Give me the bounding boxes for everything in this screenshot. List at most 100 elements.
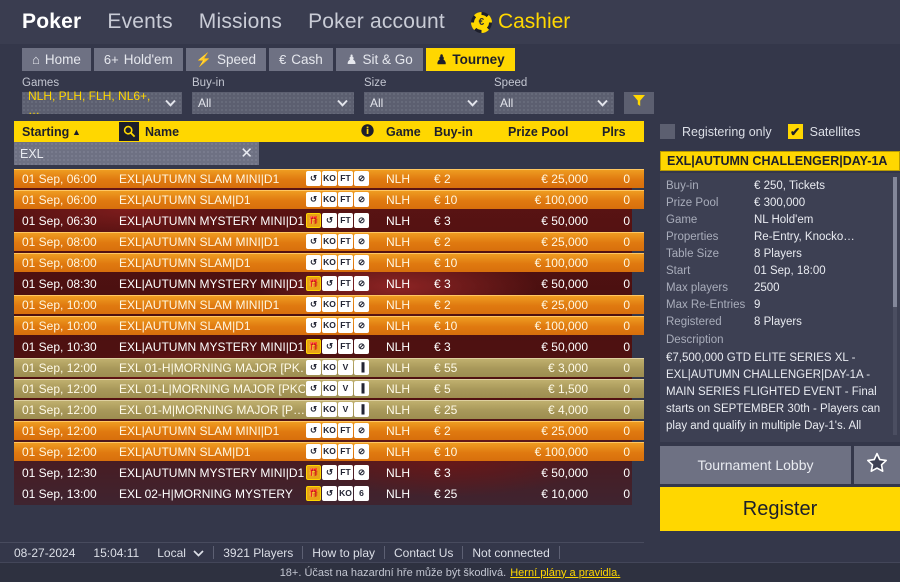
filter-select-size[interactable]: All [364, 92, 484, 114]
knockout-badge: KO [322, 255, 337, 270]
favorite-star-button[interactable] [854, 446, 900, 484]
table-row[interactable]: 01 Sep, 08:00 EXL|AUTUMN SLAM MINI|D1 ↺ KO F… [14, 232, 644, 251]
details-scrollbar-thumb[interactable] [893, 177, 897, 307]
checkbox-registering-only[interactable]: Registering only [660, 121, 772, 142]
row-buyin: € 2 [434, 297, 451, 312]
chart-icon: ▐ [354, 360, 369, 375]
column-header-prize-pool[interactable]: Prize Pool [508, 125, 568, 139]
column-header-game[interactable]: Game [386, 125, 421, 139]
tab-tourney[interactable]: ♟ Tourney [425, 48, 515, 71]
table-row[interactable]: 01 Sep, 06:00 EXL|AUTUMN SLAM MINI|D1 ↺ KO F… [14, 169, 644, 188]
trophy-icon: ♟ [435, 52, 448, 67]
table-row[interactable]: 01 Sep, 12:00 EXL 01-L|MORNING MAJOR [PKO… [14, 379, 644, 398]
table-row[interactable]: 01 Sep, 13:00 EXL 02-H|MORNING MYSTERY 🎁 ↺ K… [14, 484, 644, 503]
name-search-row[interactable]: ✕ [14, 142, 259, 165]
no-rebuy-icon: ⊘ [354, 465, 369, 480]
row-tournament-name: EXL|AUTUMN SLAM|D1 [119, 444, 251, 459]
video-badge: V [338, 381, 353, 396]
table-row[interactable]: 01 Sep, 10:00 EXL|AUTUMN SLAM|D1 ↺ KO FT ⊘ NLH… [14, 316, 644, 335]
row-badges: 🎁 ↺ KO 6 [306, 486, 369, 501]
checkbox-registering-only-box[interactable] [660, 124, 675, 139]
details-row-value: NL Hold'em [754, 214, 814, 226]
tab-home-label: Home [44, 52, 81, 67]
table-row[interactable]: 01 Sep, 10:30 EXL|AUTUMN MYSTERY MINI|D1 🎁… [14, 337, 644, 356]
table-row[interactable]: 01 Sep, 10:00 EXL|AUTUMN SLAM MINI|D1 ↺ KO F… [14, 295, 644, 314]
row-start-time: 01 Sep, 08:00 [22, 255, 97, 270]
details-description-text: €7,500,000 GTD ELITE SERIES XL - EXL|AUT… [666, 352, 881, 432]
row-tournament-name: EXL|AUTUMN SLAM MINI|D1 [119, 171, 280, 186]
row-start-time: 01 Sep, 08:00 [22, 234, 97, 249]
knockout-badge: KO [322, 402, 337, 417]
tab-speed[interactable]: ⚡ Speed [185, 48, 267, 71]
final-table-badge: FT [338, 276, 353, 291]
row-game-type: NLH [386, 297, 411, 312]
column-header-buyin[interactable]: Buy-in [434, 125, 473, 139]
status-how-to-play-link[interactable]: How to play [303, 546, 384, 560]
no-rebuy-icon: ⊘ [354, 276, 369, 291]
row-badges: 🎁 ↺ FT ⊘ [306, 339, 369, 354]
table-row[interactable]: 01 Sep, 08:00 EXL|AUTUMN SLAM|D1 ↺ KO FT ⊘ NLH… [14, 253, 644, 272]
nav-item-poker-account[interactable]: Poker account [308, 10, 445, 34]
six-plus-icon: 6+ [103, 52, 119, 67]
legal-footer-link[interactable]: Herní plány a pravidla. [510, 567, 620, 579]
home-icon: ⌂ [32, 52, 40, 67]
register-button[interactable]: Register [660, 487, 900, 531]
nav-item-poker[interactable]: Poker [22, 10, 81, 34]
table-row[interactable]: 01 Sep, 06:00 EXL|AUTUMN SLAM|D1 ↺ KO FT ⊘ NLH… [14, 190, 644, 209]
checkbox-satellites-box[interactable] [787, 124, 803, 139]
knockout-badge: KO [338, 486, 353, 501]
tab-home[interactable]: ⌂ Home [22, 48, 91, 71]
row-start-time: 01 Sep, 12:00 [22, 402, 97, 417]
checkbox-satellites[interactable]: Satellites [787, 121, 860, 142]
tab-sit-and-go-label: Sit & Go [362, 52, 413, 67]
table-row[interactable]: 01 Sep, 12:30 EXL|AUTUMN MYSTERY MINI|D1 🎁… [14, 463, 644, 482]
name-search-icon-button[interactable] [119, 122, 139, 141]
filter-select-games[interactable]: NLH, PLH, FLH, NL6+, … [22, 89, 182, 117]
filter-select-speed[interactable]: All [494, 92, 614, 114]
nav-item-cashier[interactable]: Cashier [470, 10, 570, 34]
table-row[interactable]: 01 Sep, 06:30 EXL|AUTUMN MYSTERY MINI|D1 🎁… [14, 211, 644, 230]
nav-item-missions[interactable]: Missions [199, 10, 282, 34]
details-row: Properties Re-Entry, Knocko… [666, 229, 896, 246]
table-row[interactable]: 01 Sep, 12:00 EXL|AUTUMN SLAM MINI|D1 ↺ KO F… [14, 421, 644, 440]
filter-funnel-button[interactable] [624, 92, 654, 114]
filter-select-buyin[interactable]: All [192, 92, 354, 114]
re-entry-icon: ↺ [322, 465, 337, 480]
table-row[interactable]: 01 Sep, 12:00 EXL|AUTUMN SLAM|D1 ↺ KO FT ⊘ NLH… [14, 442, 644, 461]
table-row[interactable]: 01 Sep, 08:30 EXL|AUTUMN MYSTERY MINI|D1 🎁… [14, 274, 644, 293]
mystery-bounty-icon: 🎁 [306, 213, 321, 228]
status-timezone-selector[interactable]: Local [148, 546, 213, 560]
filter-value-speed: All [500, 96, 514, 110]
row-badges: ↺ KO FT ⊘ [306, 234, 369, 249]
column-header-plrs[interactable]: Plrs [602, 125, 626, 139]
tournament-lobby-button[interactable]: Tournament Lobby [660, 446, 851, 484]
knockout-badge: KO [322, 423, 337, 438]
nav-item-events[interactable]: Events [107, 10, 172, 34]
row-prize-pool: € 25,000 [541, 423, 588, 438]
table-row[interactable]: 01 Sep, 12:00 EXL 01-H|MORNING MAJOR [PK…… [14, 358, 644, 377]
row-buyin: € 25 [434, 402, 458, 417]
tab-holdem[interactable]: 6+ Hold'em [93, 48, 183, 71]
column-header-starting[interactable]: Starting [22, 125, 69, 139]
info-icon[interactable] [361, 123, 374, 140]
row-players-count: 0 [623, 402, 630, 417]
row-game-type: NLH [386, 255, 411, 270]
details-button-row: Tournament Lobby [660, 446, 900, 484]
status-contact-us-link[interactable]: Contact Us [385, 546, 462, 560]
filter-label-games: Games [22, 77, 60, 89]
row-buyin: € 2 [434, 234, 451, 249]
clear-search-icon[interactable]: ✕ [240, 146, 253, 161]
row-prize-pool: € 50,000 [541, 339, 588, 354]
chevron-down-icon [165, 96, 176, 110]
search-input[interactable] [20, 146, 210, 161]
re-entry-icon: ↺ [322, 276, 337, 291]
details-row: Table Size 8 Players [666, 246, 896, 263]
no-rebuy-icon: ⊘ [354, 255, 369, 270]
details-title: EXL|AUTUMN CHALLENGER|DAY-1A [660, 151, 900, 171]
tab-cash[interactable]: € Cash [269, 48, 333, 71]
sort-ascending-icon: ▲ [72, 126, 81, 137]
row-prize-pool: € 25,000 [541, 297, 588, 312]
column-header-name[interactable]: Name [145, 125, 179, 139]
table-row[interactable]: 01 Sep, 12:00 EXL 01-M|MORNING MAJOR [P… ↺… [14, 400, 644, 419]
tab-sit-and-go[interactable]: ♟ Sit & Go [335, 48, 423, 71]
